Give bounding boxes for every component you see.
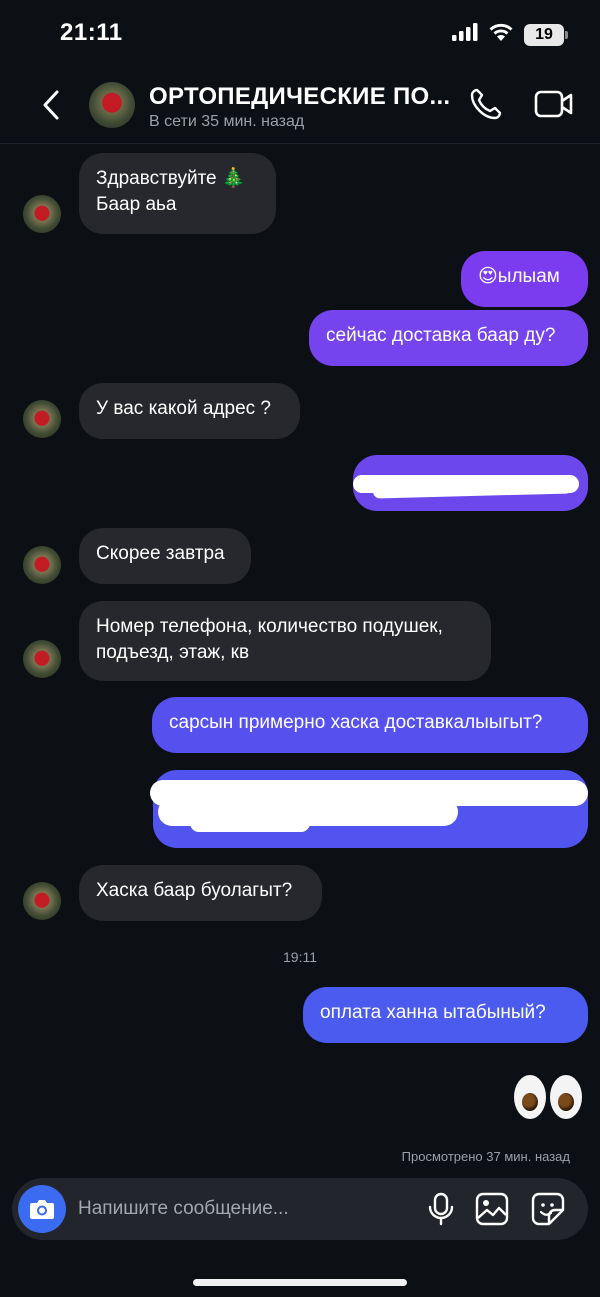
phone-icon (470, 88, 502, 120)
message-input[interactable] (78, 1194, 408, 1224)
message-text: Скорее завтра (96, 543, 225, 564)
seen-status: Просмотрено 37 мин. назад (401, 1149, 570, 1164)
eye-icon (550, 1075, 582, 1119)
sender-avatar[interactable] (23, 546, 61, 584)
gallery-button[interactable] (475, 1192, 511, 1226)
sender-avatar[interactable] (23, 400, 61, 438)
voice-call-button[interactable] (468, 86, 504, 122)
wifi-icon (488, 22, 514, 47)
image-icon (475, 1192, 509, 1226)
message-text: подъезд, этаж, кв (96, 642, 250, 663)
outgoing-message[interactable]: оплата ханна ытабыный? (303, 987, 588, 1043)
message-composer (12, 1178, 588, 1240)
signal-icon (452, 23, 478, 46)
home-indicator[interactable] (193, 1279, 407, 1286)
message-text: сейчас доставка баар ду? (326, 325, 556, 346)
sender-avatar[interactable] (23, 882, 61, 920)
outgoing-message[interactable]: сарсын примерно хаска доставкалыыгыт? (152, 697, 588, 753)
message-timestamp: 19:11 (283, 949, 317, 965)
outgoing-message[interactable]: 😍ылыам (461, 251, 588, 307)
back-button[interactable] (34, 88, 68, 122)
status-icons: 19 (452, 22, 568, 47)
incoming-message[interactable]: Хаска баар буолагыт? (79, 865, 322, 921)
sender-avatar[interactable] (23, 195, 61, 233)
message-text: Баар аьа (96, 194, 177, 215)
incoming-message[interactable]: Скорее завтра (79, 528, 251, 584)
chat-title[interactable]: ОРТОПЕДИЧЕСКИЕ ПО... (149, 83, 450, 111)
outgoing-message-redacted[interactable] (353, 455, 588, 511)
incoming-message[interactable]: У вас какой адрес ? (79, 383, 300, 439)
camera-button[interactable] (18, 1185, 66, 1233)
status-time: 21:11 (60, 19, 123, 46)
redaction-scribble (190, 814, 310, 832)
message-text: У вас какой адрес ? (96, 398, 271, 419)
contact-avatar[interactable] (89, 82, 135, 128)
sticker-button[interactable] (531, 1192, 567, 1226)
camera-icon (30, 1200, 54, 1219)
eyes-emoji-message[interactable] (514, 1075, 582, 1119)
message-text: Хаска баар буолагыт? (96, 880, 293, 901)
message-text: оплата ханна ытабыный? (320, 1002, 546, 1023)
chevron-left-icon (43, 90, 59, 120)
message-text: 😍ылыам (478, 266, 560, 287)
sender-avatar[interactable] (23, 640, 61, 678)
message-text: Номер телефона, количество подушек, (96, 616, 443, 637)
chat-screen: 21:11 19 ОРТОПЕДИЧЕСКИЕ ПО... В сети 35 … (0, 0, 600, 1297)
outgoing-message[interactable]: сейчас доставка баар ду? (309, 310, 588, 366)
message-text: Здравствуйте 🎄 (96, 168, 246, 189)
video-call-button[interactable] (534, 88, 574, 120)
message-text: сарсын примерно хаска доставкалыыгыт? (169, 712, 543, 733)
online-status: В сети 35 мин. назад (149, 113, 305, 130)
video-camera-icon (534, 90, 573, 118)
chat-header: ОРТОПЕДИЧЕСКИЕ ПО... В сети 35 мин. наза… (0, 70, 600, 144)
sticker-icon (531, 1192, 565, 1226)
voice-message-button[interactable] (426, 1192, 456, 1226)
eye-icon (514, 1075, 546, 1119)
incoming-message[interactable]: Номер телефона, количество подушек, подъ… (79, 601, 491, 681)
battery-icon: 19 (524, 23, 568, 46)
incoming-message[interactable]: Здравствуйте 🎄 Баар аьа (79, 153, 276, 234)
microphone-icon (428, 1192, 454, 1226)
